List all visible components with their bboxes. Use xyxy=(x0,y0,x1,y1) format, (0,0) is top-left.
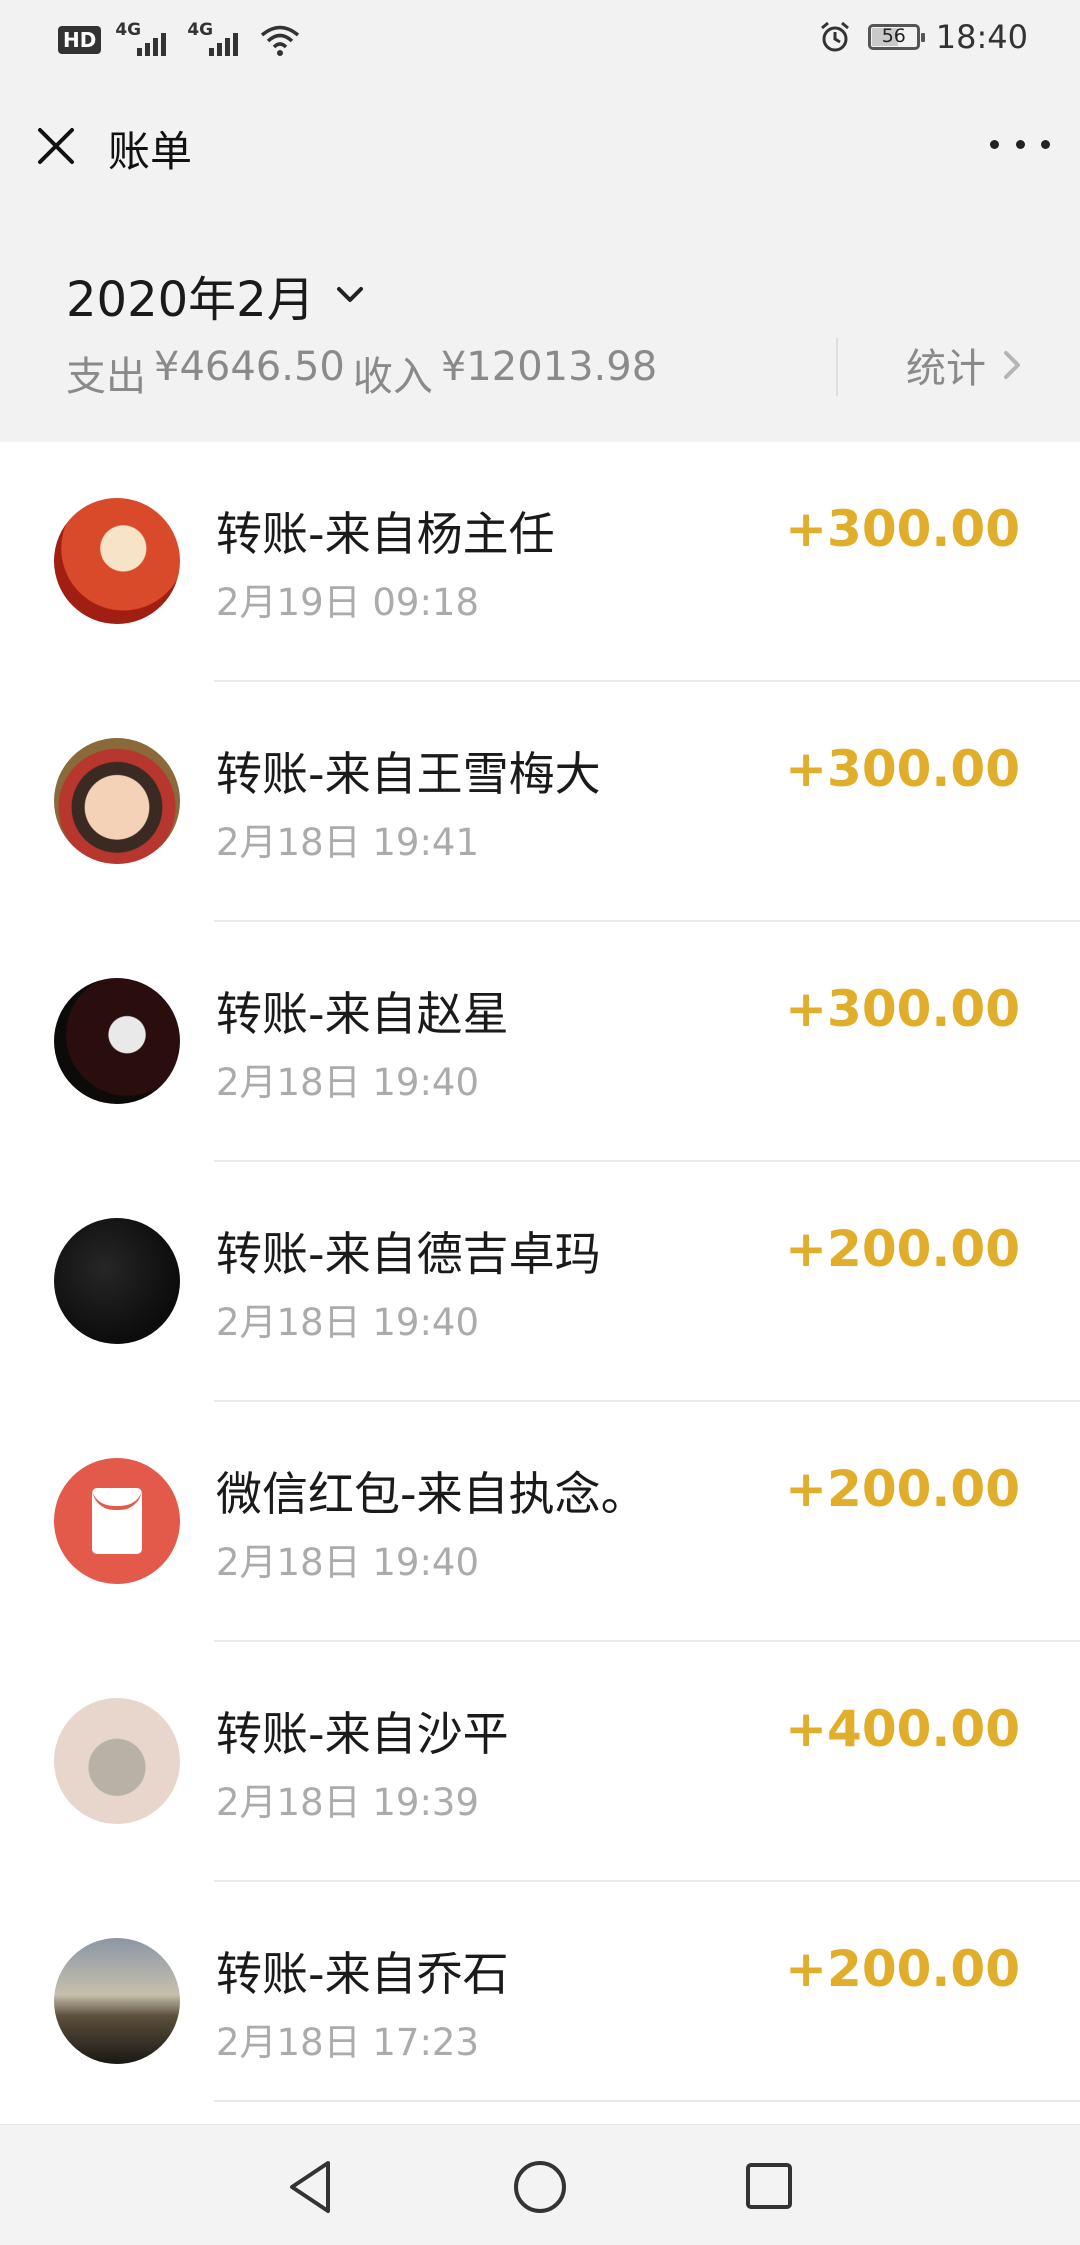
wifi-icon xyxy=(261,25,300,56)
app-header: 账单 xyxy=(0,80,1080,210)
avatar xyxy=(54,498,180,624)
row-divider xyxy=(214,2100,1080,2102)
transaction-row[interactable]: 转账-来自杨主任 2月19日 09:18 +300.00 xyxy=(0,442,1080,682)
status-bar: HD 4G 4G 56 18:40 xyxy=(0,0,1080,80)
transaction-title: 微信红包-来自执念。 xyxy=(216,1467,647,1521)
transaction-title: 转账-来自乔石 xyxy=(216,1947,509,2001)
transaction-date: 2月18日 19:39 xyxy=(216,1781,480,1824)
more-icon[interactable] xyxy=(990,124,1050,164)
status-left: HD 4G 4G xyxy=(58,20,301,60)
avatar xyxy=(54,1938,180,2064)
transaction-title: 转账-来自杨主任 xyxy=(216,507,555,561)
more-dot xyxy=(990,139,999,149)
transaction-date: 2月19日 09:18 xyxy=(216,581,480,624)
transaction-amount: +300.00 xyxy=(785,740,1020,798)
income-label: 收入 xyxy=(352,354,433,400)
transaction-date: 2月18日 17:23 xyxy=(216,2021,480,2064)
transaction-date: 2月18日 19:40 xyxy=(216,1061,480,1104)
signal-icon: 4G xyxy=(187,20,245,60)
transaction-row[interactable]: 转账-来自德吉卓玛 2月18日 19:40 +200.00 xyxy=(0,1162,1080,1402)
transaction-date: 2月18日 19:41 xyxy=(216,821,480,864)
chevron-right-icon xyxy=(1004,351,1020,379)
avatar xyxy=(54,738,180,864)
month-summary: 2020年2月 支出 ¥4646.50 收入 ¥12013.98 统计 xyxy=(0,210,1080,442)
income-value: ¥12013.98 xyxy=(440,344,658,390)
alarm-icon xyxy=(820,21,849,52)
circle-home-icon[interactable] xyxy=(512,2159,568,2215)
battery-icon: 56 xyxy=(867,24,925,50)
month-totals: 支出 ¥4646.50 收入 ¥12013.98 xyxy=(66,344,657,402)
expense-label: 支出 xyxy=(66,354,146,400)
month-picker[interactable]: 2020年2月 xyxy=(66,260,367,330)
transaction-title: 转账-来自王雪梅大 xyxy=(216,747,601,801)
divider xyxy=(836,338,838,396)
avatar xyxy=(54,1698,180,1824)
triangle-back-icon[interactable] xyxy=(284,2157,338,2217)
stats-button[interactable]: 统计 xyxy=(906,336,1024,394)
envelope-shape xyxy=(92,1488,142,1554)
avatar xyxy=(54,978,180,1104)
red-packet-icon xyxy=(54,1458,180,1584)
transaction-row[interactable]: 转账-来自王雪梅大 2月18日 19:41 +300.00 xyxy=(0,682,1080,922)
battery-level: 56 xyxy=(881,25,906,47)
signal-icon: 4G xyxy=(115,20,173,60)
transaction-date: 2月18日 19:40 xyxy=(216,1541,480,1584)
transaction-amount: +200.00 xyxy=(785,1220,1020,1278)
expense-value: ¥4646.50 xyxy=(154,344,345,390)
stats-label: 统计 xyxy=(906,346,986,392)
close-icon[interactable] xyxy=(30,120,82,172)
transaction-title: 转账-来自德吉卓玛 xyxy=(216,1227,601,1281)
transaction-date: 2月18日 19:40 xyxy=(216,1301,480,1344)
transaction-row[interactable]: 转账-来自赵星 2月18日 19:40 +300.00 xyxy=(0,922,1080,1162)
status-time: 18:40 xyxy=(935,18,1028,56)
page-title: 账单 xyxy=(108,127,193,176)
transaction-title: 转账-来自沙平 xyxy=(216,1707,509,1761)
transaction-list: 转账-来自杨主任 2月19日 09:18 +300.00 转账-来自王雪梅大 2… xyxy=(0,442,1080,2102)
more-dot xyxy=(1015,139,1025,149)
transaction-amount: +300.00 xyxy=(785,500,1020,558)
avatar xyxy=(54,1218,180,1344)
transaction-amount: +300.00 xyxy=(785,980,1020,1038)
transaction-row[interactable]: 转账-来自沙平 2月18日 19:39 +400.00 xyxy=(0,1642,1080,1882)
transaction-row[interactable]: 转账-来自乔石 2月18日 17:23 +200.00 xyxy=(0,1882,1080,2102)
transaction-amount: +200.00 xyxy=(785,1940,1020,1998)
chevron-down-icon xyxy=(336,287,363,302)
transaction-amount: +400.00 xyxy=(785,1700,1020,1758)
month-label: 2020年2月 xyxy=(66,272,315,328)
transaction-title: 转账-来自赵星 xyxy=(216,987,509,1041)
status-right: 56 18:40 xyxy=(818,18,1028,56)
system-nav-bar xyxy=(0,2124,1080,2245)
square-recent-icon[interactable] xyxy=(744,2161,794,2211)
transaction-amount: +200.00 xyxy=(785,1460,1020,1518)
more-dot xyxy=(1041,139,1050,149)
hd-badge: HD xyxy=(58,26,102,54)
transaction-row[interactable]: 微信红包-来自执念。 2月18日 19:40 +200.00 xyxy=(0,1402,1080,1642)
